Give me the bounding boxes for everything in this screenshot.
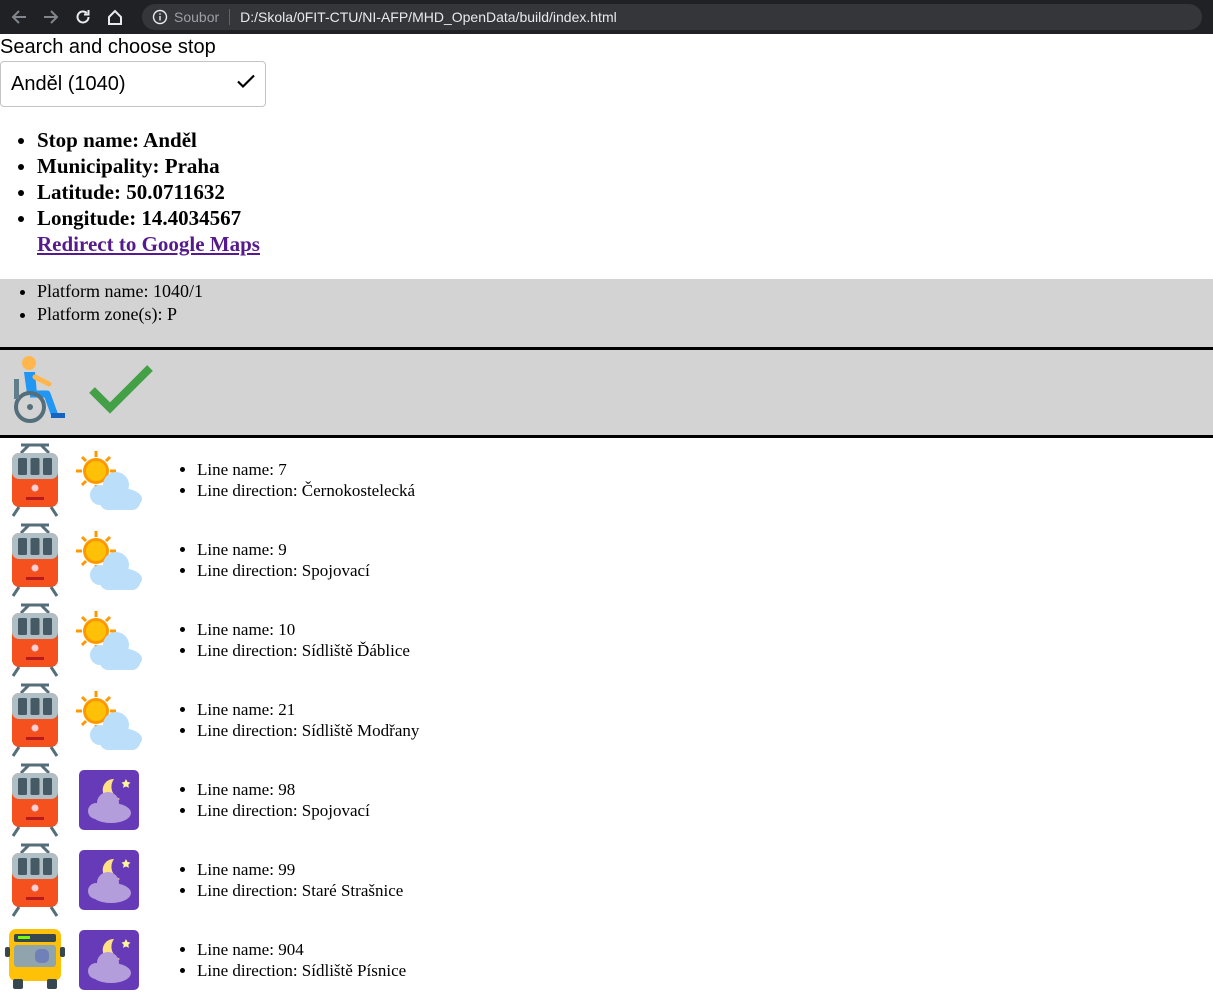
line-name: Line name: 99 (197, 859, 403, 880)
night-moon-icon (70, 922, 148, 998)
tram-icon (0, 442, 70, 518)
tram-icon (0, 842, 70, 918)
line-details: Line name: 9Line direction: Spojovací (148, 539, 370, 581)
line-direction: Line direction: Sídliště Písnice (197, 960, 406, 981)
tram-icon (0, 682, 70, 758)
line-details: Line name: 99Line direction: Staré Straš… (148, 859, 403, 901)
line-details: Line name: 98Line direction: Spojovací (148, 779, 370, 821)
wheelchair-icon (8, 355, 72, 430)
check-icon[interactable] (235, 70, 257, 98)
stop-longitude-item: Longitude: 14.4034567 Redirect to Google… (37, 205, 1213, 257)
line-row: Line name: 904Line direction: Sídliště P… (0, 920, 1213, 1000)
night-moon-icon (70, 842, 148, 918)
line-name: Line name: 9 (197, 539, 370, 560)
platform-name: Platform name: 1040/1 (37, 280, 1213, 303)
line-row: Line name: 98Line direction: Spojovací (0, 760, 1213, 840)
line-row: Line name: 10Line direction: Sídliště Ďá… (0, 600, 1213, 680)
url-text[interactable]: D:/Skola/0FIT-CTU/NI-AFP/MHD_OpenData/bu… (240, 9, 617, 25)
line-name: Line name: 21 (197, 699, 419, 720)
line-name: Line name: 10 (197, 619, 410, 640)
stop-select-value: Anděl (1040) (11, 72, 126, 95)
stop-name: Stop name: Anděl (37, 127, 1213, 153)
stop-info-list: Stop name: Anděl Municipality: Praha Lat… (0, 127, 1213, 257)
tram-icon (0, 602, 70, 678)
day-sun-cloud-icon (70, 522, 148, 598)
accessibility-panel (0, 347, 1213, 438)
line-details: Line name: 10Line direction: Sídliště Ďá… (148, 619, 410, 661)
line-row: Line name: 9Line direction: Spojovací (0, 520, 1213, 600)
day-sun-cloud-icon (70, 602, 148, 678)
line-direction: Line direction: Sídliště Ďáblice (197, 640, 410, 661)
day-sun-cloud-icon (70, 682, 148, 758)
line-direction: Line direction: Černokostelecká (197, 480, 415, 501)
reload-icon[interactable] (72, 6, 94, 28)
line-direction: Line direction: Sídliště Modřany (197, 720, 419, 741)
info-icon[interactable] (152, 9, 168, 25)
platform-info: Platform name: 1040/1 Platform zone(s): … (0, 279, 1213, 347)
line-row: Line name: 99Line direction: Staré Straš… (0, 840, 1213, 920)
stop-latitude: Latitude: 50.0711632 (37, 179, 1213, 205)
line-row: Line name: 21Line direction: Sídliště Mo… (0, 680, 1213, 760)
search-label: Search and choose stop (0, 36, 216, 58)
line-details: Line name: 7Line direction: Černokostele… (148, 459, 415, 501)
line-details: Line name: 904Line direction: Sídliště P… (148, 939, 406, 981)
accessible-checkmark-icon (86, 360, 156, 425)
line-details: Line name: 21Line direction: Sídliště Mo… (148, 699, 419, 741)
platform-zones: Platform zone(s): P (37, 303, 1213, 326)
url-scheme-label: Soubor (174, 9, 220, 25)
line-name: Line name: 98 (197, 779, 370, 800)
lines-list: Line name: 7Line direction: Černokostele… (0, 440, 1213, 1000)
line-direction: Line direction: Spojovací (197, 800, 370, 821)
line-name: Line name: 904 (197, 939, 406, 960)
day-sun-cloud-icon (70, 442, 148, 518)
address-bar[interactable]: Soubor D:/Skola/0FIT-CTU/NI-AFP/MHD_Open… (142, 4, 1202, 30)
line-direction: Line direction: Spojovací (197, 560, 370, 581)
tram-icon (0, 762, 70, 838)
address-divider (229, 9, 231, 25)
line-direction: Line direction: Staré Strašnice (197, 880, 403, 901)
tram-icon (0, 522, 70, 598)
night-moon-icon (70, 762, 148, 838)
home-icon[interactable] (104, 6, 126, 28)
forward-icon[interactable] (40, 6, 62, 28)
stop-longitude: Longitude: 14.4034567 (37, 206, 242, 230)
stop-select[interactable]: Anděl (1040) (0, 61, 266, 107)
back-icon[interactable] (8, 6, 30, 28)
line-name: Line name: 7 (197, 459, 415, 480)
bus-icon (0, 922, 70, 998)
stop-municipality: Municipality: Praha (37, 153, 1213, 179)
browser-toolbar: Soubor D:/Skola/0FIT-CTU/NI-AFP/MHD_Open… (0, 0, 1213, 34)
google-maps-link[interactable]: Redirect to Google Maps (37, 232, 260, 256)
line-row: Line name: 7Line direction: Černokostele… (0, 440, 1213, 520)
